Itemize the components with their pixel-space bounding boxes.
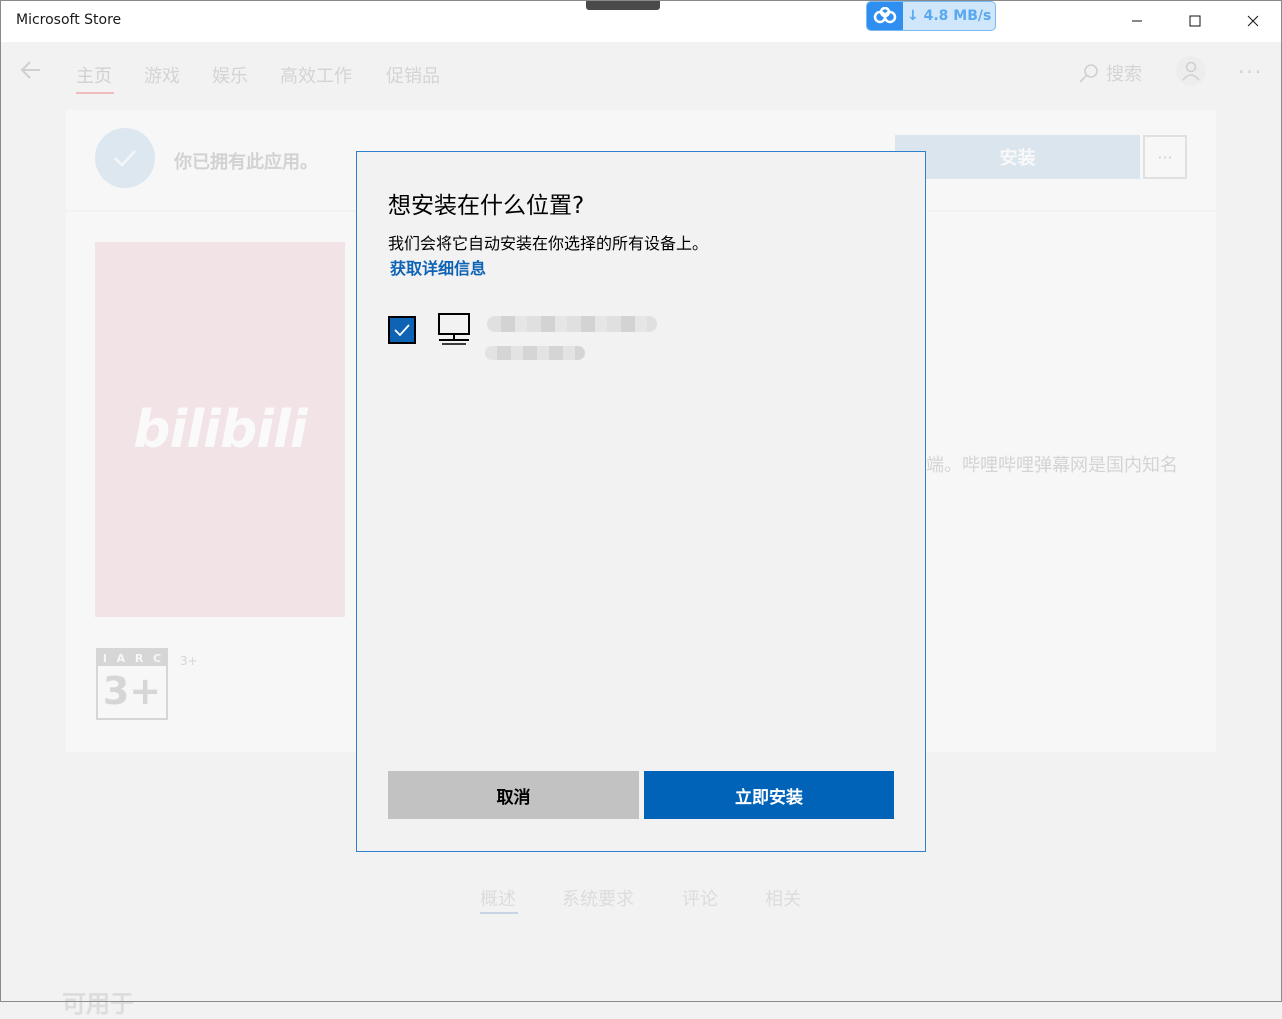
tab-home[interactable]: 主页 <box>76 62 112 88</box>
tab-deals[interactable]: 促销品 <box>386 62 440 88</box>
background-install-button[interactable]: 安装 <box>895 135 1140 179</box>
search-icon <box>1079 64 1098 83</box>
install-now-button[interactable]: 立即安装 <box>644 771 894 819</box>
top-nav: 主页 游戏 娱乐 高效工作 促销品 搜索 ··· <box>0 42 1282 102</box>
more-options-icon[interactable]: ··· <box>1238 60 1263 84</box>
section-tab-overview[interactable]: 概述 <box>480 885 516 911</box>
section-tab-indicator <box>480 912 518 914</box>
search-button[interactable]: 搜索 <box>1078 60 1142 86</box>
owned-check-icon <box>95 128 155 188</box>
section-tab-requirements[interactable]: 系统要求 <box>562 885 634 911</box>
age-rating-text: 3+ <box>180 654 198 668</box>
rating-value: 3+ <box>102 669 162 713</box>
minimize-icon <box>1132 20 1142 22</box>
cancel-button[interactable]: 取消 <box>388 771 639 819</box>
download-speed: 4.8 MB/s <box>923 8 992 24</box>
device-name-redacted <box>487 316 657 332</box>
download-speed-widget[interactable]: ↓ 4.8 MB/s <box>866 1 996 31</box>
close-icon <box>1247 15 1259 27</box>
user-icon <box>1182 61 1200 81</box>
iarc-rating-badge: I A R C 3+ <box>96 648 168 720</box>
close-button[interactable] <box>1224 0 1282 42</box>
title-bar: Microsoft Store ↓ 4.8 MB/s <box>0 0 1282 42</box>
checkmark-icon <box>394 324 410 337</box>
active-tab-indicator <box>76 92 114 94</box>
maximize-button[interactable] <box>1166 0 1224 42</box>
drag-handle[interactable] <box>586 0 660 10</box>
tab-games[interactable]: 游戏 <box>144 62 180 88</box>
cloud-logo-icon <box>867 2 903 30</box>
search-label: 搜索 <box>1106 64 1142 85</box>
minimize-button[interactable] <box>1108 0 1166 42</box>
device-checkbox[interactable] <box>388 316 416 344</box>
download-arrow-icon: ↓ <box>907 8 919 24</box>
device-detail-redacted <box>485 346 585 360</box>
section-tab-reviews[interactable]: 评论 <box>682 885 718 911</box>
description-text: 端。哔哩哔哩弹幕网是国内知名 <box>926 455 1178 476</box>
dialog-title: 想安装在什么位置? <box>388 193 585 219</box>
tab-entertainment[interactable]: 娱乐 <box>212 62 248 88</box>
maximize-icon <box>1189 15 1201 27</box>
dialog-subtitle: 我们会将它自动安装在你选择的所有设备上。 <box>388 234 709 253</box>
app-tile: bilibili <box>95 242 345 617</box>
app-logo: bilibili <box>133 399 307 460</box>
tab-productivity[interactable]: 高效工作 <box>280 62 352 88</box>
owned-message: 你已拥有此应用。 <box>174 152 318 173</box>
desktop-pc-icon <box>436 312 472 350</box>
account-avatar[interactable] <box>1176 56 1206 86</box>
learn-more-link[interactable]: 获取详细信息 <box>390 255 486 279</box>
install-location-dialog: 想安装在什么位置? 我们会将它自动安装在你选择的所有设备上。 获取详细信息 取消… <box>356 151 926 852</box>
section-tab-related[interactable]: 相关 <box>765 885 801 911</box>
window-title: Microsoft Store <box>16 12 122 28</box>
back-arrow-icon[interactable] <box>20 60 42 84</box>
background-more-button[interactable]: ··· <box>1143 135 1187 179</box>
